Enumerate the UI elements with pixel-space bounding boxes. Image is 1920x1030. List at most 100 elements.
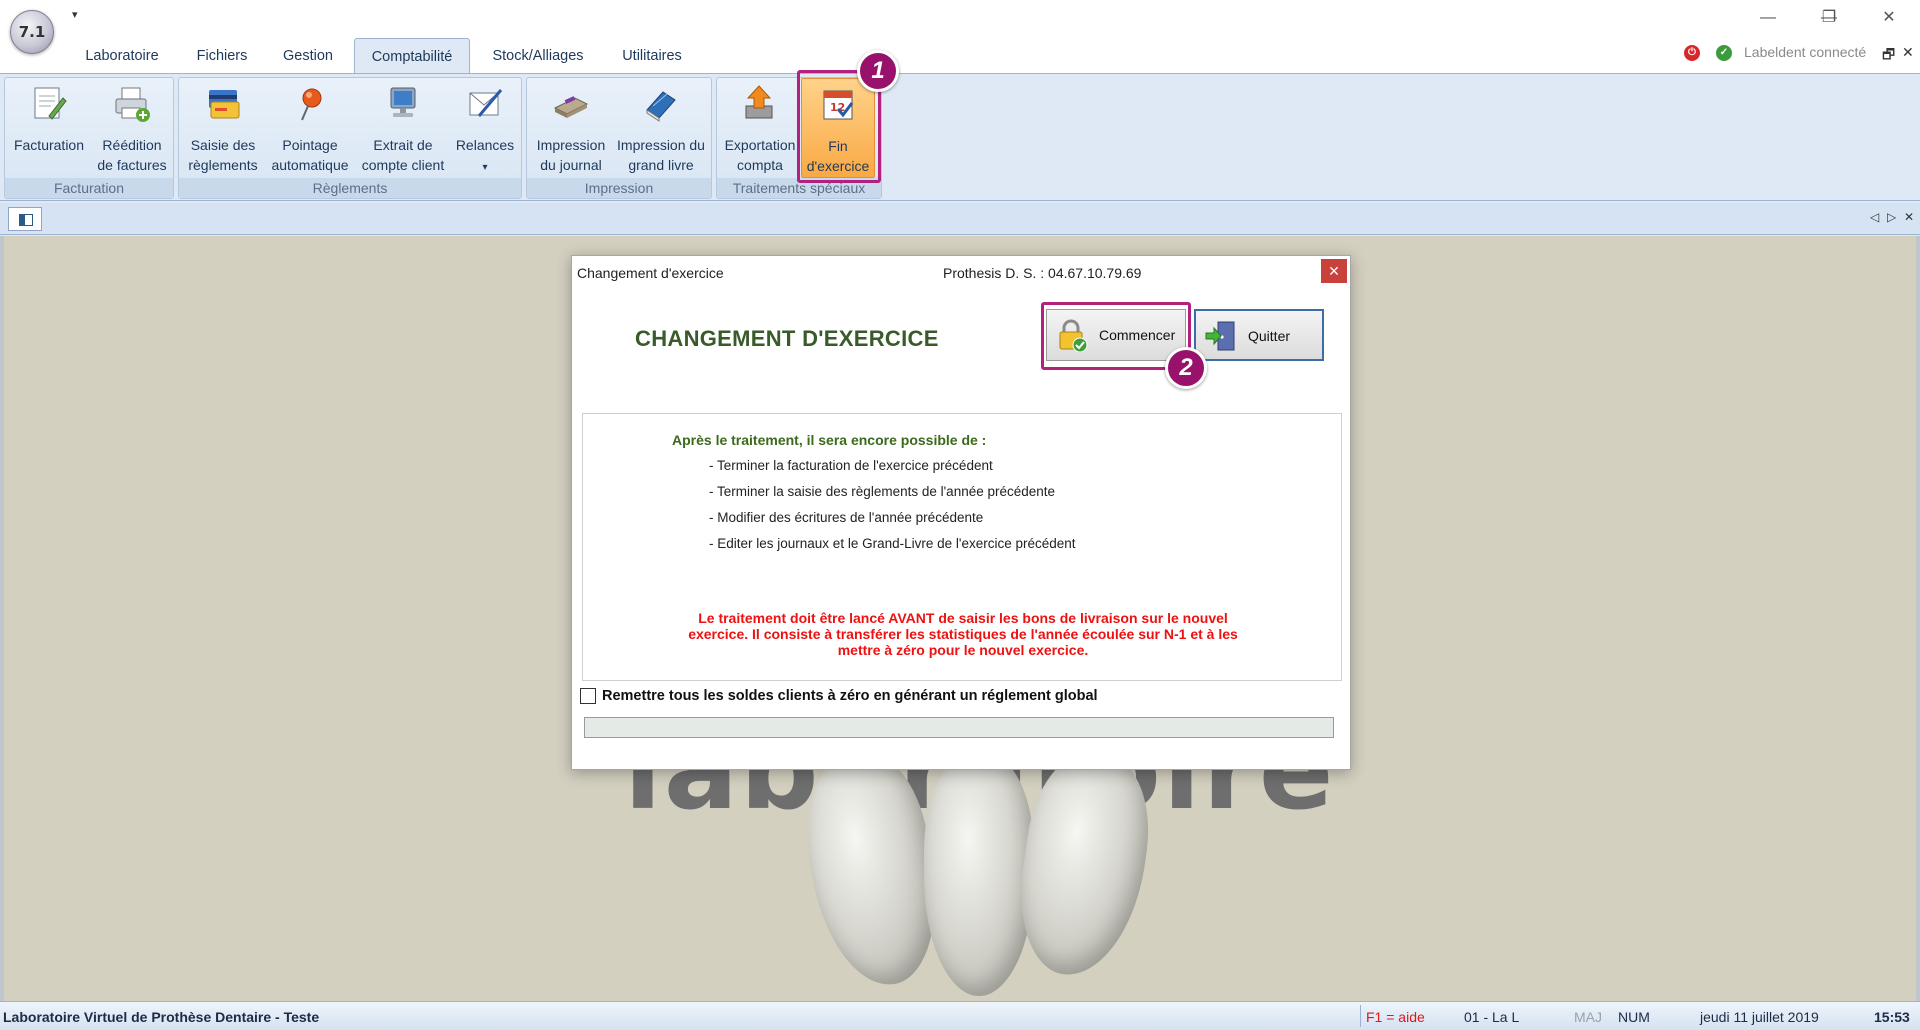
status-time: 15:53 [1874,1009,1910,1025]
exportation-line1: Exportation [724,137,796,153]
changement-exercice-dialog: Changement d'exercice Prothesis D. S. : … [571,255,1351,770]
step-marker-1: 1 [857,50,899,92]
group-label-reglements: Règlements [179,178,521,198]
impression-journal-label: Impression du journal [531,135,611,175]
pointage-automatique-button[interactable]: Pointage automatique [267,78,353,178]
tab-close-icon[interactable]: ✕ [1904,210,1914,224]
minimize-button[interactable]: — [1745,4,1791,32]
dialog-close-button[interactable]: ✕ [1321,259,1347,283]
extrait-line1: Extrait de [373,137,433,153]
close-window-button[interactable]: ✕ [1866,4,1912,32]
tab-prev-icon[interactable]: ◁ [1870,210,1879,224]
quitter-button[interactable]: Quitter [1194,309,1324,361]
dialog-phone: Prothesis D. S. : 04.67.10.79.69 [943,265,1142,281]
tab-utilitaires[interactable]: Utilitaires [606,38,698,74]
document-tab-icon[interactable] [8,207,42,231]
tab-laboratoire[interactable]: Laboratoire [72,38,172,74]
status-divider [1360,1005,1361,1027]
ribbon-close-icon[interactable]: ✕ [1902,44,1914,61]
extrait-compte-client-button[interactable]: Extrait de compte client [357,78,449,178]
saisie-label: Saisie des règlements [183,135,263,175]
status-maj: MAJ [1574,1009,1602,1025]
impression-grand-livre-button[interactable]: Impression du grand livre [613,78,709,178]
exit-door-icon [1204,319,1238,353]
export-arrow-icon [740,84,780,124]
tab-comptabilite[interactable]: Comptabilité [354,38,470,75]
info-panel: Après le traitement, il sera encore poss… [582,413,1342,681]
printer-add-icon [112,84,152,124]
pointage-label: Pointage automatique [267,135,353,175]
journal-icon [551,84,591,124]
tooth-illustration-middle [924,756,1034,996]
info-heading: Après le traitement, il sera encore poss… [672,432,987,448]
relances-label: Relances ▾ [453,135,517,178]
saisie-line1: Saisie des [190,137,256,153]
reset-balances-checkbox[interactable] [580,688,596,704]
saisie-reglements-button[interactable]: Saisie des règlements [183,78,263,178]
group-facturation: Facturation Réédition de factures Factura… [4,77,174,199]
info-item: - Terminer la saisie des règlements de l… [709,484,1056,499]
tab-gestion[interactable]: Gestion [272,38,344,74]
exportation-line2: compta [737,157,783,173]
payment-cards-icon [203,84,243,124]
document-tab-strip: ◁ ▷ ✕ [0,203,1920,235]
exportation-compta-button[interactable]: Exportation compta [721,78,799,178]
status-bar: Laboratoire Virtuel de Prothèse Dentaire… [0,1001,1920,1030]
ribbon-tab-row: Laboratoire Fichiers Gestion Comptabilit… [0,36,1920,75]
status-num: NUM [1618,1009,1650,1025]
status-date: jeudi 11 juillet 2019 [1700,1009,1819,1025]
group-impression: Impression du journal Impression du grand … [526,77,712,199]
quitter-label: Quitter [1248,328,1291,344]
status-lab-code: 01 - La L [1464,1009,1520,1025]
facturation-button[interactable]: Facturation [9,78,89,178]
power-icon[interactable]: ⏻ [1684,45,1700,61]
reset-balances-label[interactable]: Remettre tous les soldes clients à zéro … [602,688,1098,704]
extrait-line2: compte client [361,157,445,173]
ribbon-restore-icon[interactable]: 🗗 [1882,44,1895,68]
relances-chevron-down-icon: ▾ [482,162,488,173]
relances-dropdown-button[interactable]: Relances ▾ [453,78,517,178]
group-reglements: Saisie des règlements Pointage automatique… [178,77,522,199]
status-lab-title: Laboratoire Virtuel de Prothèse Dentaire… [3,1009,320,1025]
connection-status: Labeldent connecté [1744,44,1867,60]
status-help: F1 = aide [1366,1009,1425,1025]
invoice-pencil-icon [29,84,69,124]
restore-button[interactable]: ❐ [1806,4,1852,32]
monitor-icon [383,84,423,124]
step-marker-2: 2 [1165,347,1207,389]
info-item: - Terminer la facturation de l'exercice … [709,458,993,473]
reedition-factures-button[interactable]: Réédition de factures [93,78,171,178]
pin-icon [290,84,330,124]
app-version-label: 7.1 [18,23,46,41]
pointage-line1: Pointage [282,137,338,153]
letter-pen-icon [465,84,505,124]
progress-bar [584,717,1334,738]
warning-line: exercice. Il consiste à transférer les s… [688,626,1238,642]
title-bar: 7.1 ▾ — [0,0,1920,54]
group-label-facturation: Facturation [5,178,173,198]
exportation-label: Exportation compta [721,135,799,175]
dialog-title: Changement d'exercice [577,265,724,281]
info-item: - Editer les journaux et le Grand-Livre … [709,536,1076,551]
extrait-label: Extrait de compte client [357,135,449,175]
app-menu-orb[interactable]: 7.1 [10,10,54,54]
warning-line: Le traitement doit être lancé AVANT de s… [698,610,1228,626]
impression-journal-button[interactable]: Impression du journal [531,78,611,178]
ledger-book-icon [641,84,681,124]
reedition-line1: Réédition [102,137,162,153]
tab-next-icon[interactable]: ▷ [1887,210,1896,224]
grand-livre-line2: grand livre [628,157,694,173]
warning-text: Le traitement doit être lancé AVANT de s… [623,610,1303,658]
warning-line: mettre à zéro pour le nouvel exercice. [837,642,1089,658]
pointage-line2: automatique [271,157,349,173]
quick-access-dropdown[interactable]: ▾ [72,8,78,21]
impression-journal-line2: du journal [540,157,602,173]
reedition-line2: de factures [97,157,167,173]
info-item: - Modifier des écritures de l'année préc… [709,510,984,525]
tab-fichiers[interactable]: Fichiers [180,38,264,74]
tab-stock-alliages[interactable]: Stock/Alliages [480,38,596,74]
facturation-label: Facturation [13,137,85,153]
ribbon: Facturation Réédition de factures Factura… [0,73,1920,201]
group-label-impression: Impression [527,178,711,198]
connected-check-icon: ✓ [1716,45,1732,61]
